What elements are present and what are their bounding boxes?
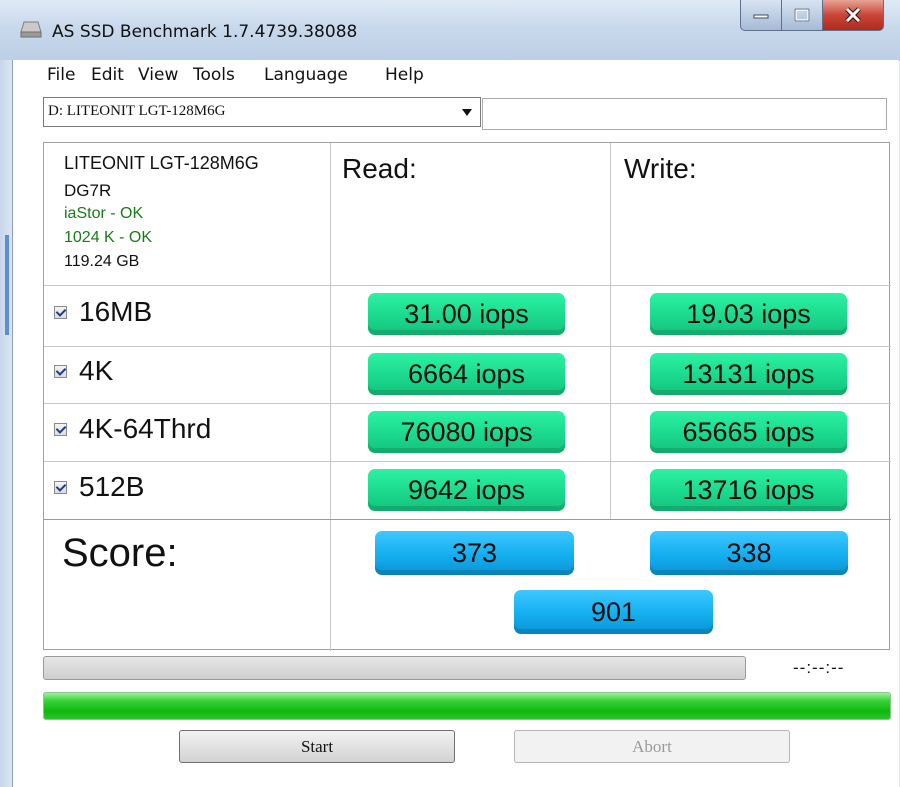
device-driver-status: iaStor - OK — [64, 205, 144, 222]
menu-view[interactable]: View — [138, 65, 178, 85]
minimize-icon — [753, 14, 769, 19]
test-name: 4K — [79, 355, 114, 386]
write-column-header: Write: — [624, 153, 697, 184]
write-result-512b: 13716 iops — [650, 469, 847, 511]
close-button[interactable] — [822, 0, 884, 31]
test-row-512b[interactable]: 512B — [54, 471, 144, 503]
drive-icon — [20, 21, 42, 38]
read-result-16mb: 31.00 iops — [368, 293, 565, 335]
checkbox-checked-icon[interactable] — [54, 422, 67, 436]
drive-dropdown[interactable]: D: LITEONIT LGT-128M6G — [43, 97, 481, 127]
test-name: 512B — [79, 471, 145, 502]
menu-language[interactable]: Language — [264, 65, 348, 85]
device-alignment-status: 1024 K - OK — [64, 229, 153, 246]
read-result-4k: 6664 iops — [368, 353, 565, 395]
elapsed-time: --:--:-- — [793, 658, 845, 677]
test-name: 4K-64Thrd — [79, 413, 212, 444]
menu-bar: File Edit View Tools Language Help — [13, 60, 899, 90]
read-column-header: Read: — [342, 153, 417, 184]
window-frame-left — [0, 60, 12, 787]
write-result-16mb: 19.03 iops — [650, 293, 847, 335]
info-textbox[interactable] — [482, 98, 887, 130]
progress-bar — [43, 656, 746, 680]
maximize-icon — [794, 8, 810, 22]
menu-tools[interactable]: Tools — [193, 65, 235, 85]
total-score: 901 — [514, 590, 713, 634]
dropdown-arrow-icon — [462, 109, 472, 116]
device-firmware: DG7R — [64, 181, 112, 200]
test-row-16mb[interactable]: 16MB — [54, 296, 152, 328]
minimize-button[interactable] — [740, 0, 782, 31]
results-grid: LITEONIT LGT-128M6G DG7R iaStor - OK 102… — [43, 142, 891, 651]
write-score: 338 — [650, 531, 848, 575]
checkbox-checked-icon[interactable] — [54, 364, 67, 378]
read-result-512b: 9642 iops — [368, 469, 565, 511]
abort-button[interactable]: Abort — [514, 730, 790, 763]
device-size: 119.24 GB — [64, 253, 140, 270]
status-bar-complete — [43, 692, 891, 720]
client-area: File Edit View Tools Language Help D: LI… — [12, 60, 899, 787]
read-result-4k-64thrd: 76080 iops — [368, 411, 565, 453]
read-score: 373 — [375, 531, 574, 575]
title-bar[interactable]: AS SSD Benchmark 1.7.4739.38088 — [0, 0, 900, 61]
write-result-4k-64thrd: 65665 iops — [650, 411, 847, 453]
maximize-button[interactable] — [781, 0, 823, 31]
window-title: AS SSD Benchmark 1.7.4739.38088 — [52, 22, 358, 42]
start-button[interactable]: Start — [179, 730, 455, 763]
test-row-4k[interactable]: 4K — [54, 355, 113, 387]
menu-file[interactable]: File — [47, 65, 75, 85]
menu-help[interactable]: Help — [385, 65, 424, 85]
test-name: 16MB — [79, 296, 153, 327]
checkbox-checked-icon[interactable] — [54, 305, 67, 319]
app-window: AS SSD Benchmark 1.7.4739.38088 File Edi… — [0, 0, 900, 787]
checkbox-checked-icon[interactable] — [54, 480, 67, 494]
score-label: Score: — [62, 531, 178, 575]
close-icon — [845, 7, 861, 23]
device-model: LITEONIT LGT-128M6G — [64, 153, 259, 173]
drive-selected-value: D: LITEONIT LGT-128M6G — [48, 103, 226, 119]
menu-edit[interactable]: Edit — [91, 65, 124, 85]
test-row-4k-64thrd[interactable]: 4K-64Thrd — [54, 413, 211, 445]
write-result-4k: 13131 iops — [650, 353, 847, 395]
